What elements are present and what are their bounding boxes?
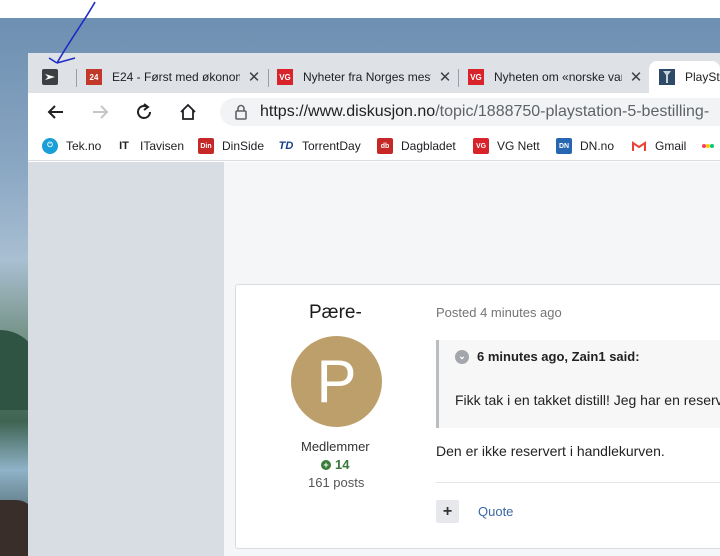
tekno-icon: ⏻ [42, 138, 58, 154]
post-divider [436, 482, 720, 483]
itavisen-icon: IT [116, 138, 132, 154]
home-button[interactable] [176, 100, 200, 124]
address-bar[interactable]: https://www.diskusjon.no/topic/1888750-p… [220, 98, 720, 126]
tab-title: E24 - Først med økonomi [112, 70, 240, 84]
tab-playstation-active[interactable]: PlaySta [649, 61, 720, 93]
tab-vg-news[interactable]: VG Nyheter fra Norges mest ✕ [277, 61, 457, 93]
vg-icon: VG [473, 138, 489, 154]
bookmark-label: Dagbladet [401, 139, 456, 153]
bookmark-label: ITavisen [140, 139, 185, 153]
author-name[interactable]: Pære- [309, 302, 362, 324]
back-button[interactable] [44, 100, 68, 124]
bookmark-dagbladet[interactable]: db Dagbladet [377, 136, 456, 156]
back-arrow-icon [47, 105, 63, 119]
quote-header-text: 6 minutes ago, Zain1 said: [477, 349, 640, 364]
url-path: /topic/1888750-playstation-5-bestilling- [435, 103, 710, 120]
post-body-text: Den er ikke reservert i handlekurven. [436, 443, 665, 459]
reload-button[interactable] [132, 100, 156, 124]
dinside-icon: Din [198, 138, 214, 154]
quote-block: ⌄ 6 minutes ago, Zain1 said: Fikk tak i e… [436, 340, 720, 428]
forward-button[interactable] [88, 100, 112, 124]
reputation-count: 14 [335, 457, 350, 472]
close-tab-icon[interactable]: ✕ [437, 68, 453, 86]
bookmark-itavisen[interactable]: IT ITavisen [116, 136, 184, 156]
page-sidebar [28, 162, 224, 556]
quote-text: Fikk tak i en takket distill! Jeg har en… [455, 392, 720, 408]
forward-arrow-icon [93, 105, 109, 119]
reputation-badge: +14 [321, 457, 349, 472]
bookmark-label: VG Nett [497, 139, 540, 153]
bookmark-dinside[interactable]: Din DinSide [198, 136, 264, 156]
bookmark-label: TorrentDay [302, 139, 361, 153]
tab-strip: 24 E24 - Først med økonomi ✕ VG Nyheter … [28, 53, 720, 93]
tab-separator [458, 69, 459, 87]
bookmark-torrentday[interactable]: TD TorrentDay [278, 136, 361, 156]
page-content: Pære- P Medlemmer +14 161 posts Posted 4… [28, 162, 720, 556]
bookmark-gmail[interactable]: Gmail [631, 136, 686, 156]
avatar-letter: P [316, 348, 357, 415]
avatar[interactable]: P [291, 336, 382, 427]
quote-button[interactable]: Quote [478, 504, 513, 519]
home-icon [180, 103, 196, 120]
annotation-arrow-icon [48, 1, 96, 64]
multiquote-button[interactable]: + [436, 500, 459, 523]
posted-time[interactable]: Posted 4 minutes ago [436, 305, 562, 320]
tab-e24[interactable]: 24 E24 - Først med økonomi ✕ [86, 61, 266, 93]
diskusjon-logo-icon [659, 69, 675, 85]
bookmark-label: Tek.no [66, 139, 102, 153]
dn-icon: DN [556, 138, 572, 154]
bookmark-tekno[interactable]: ⏻ Tek.no [42, 136, 101, 156]
bookmark-label: DinSide [222, 139, 265, 153]
bookmark-vg[interactable]: VG VG Nett [473, 136, 540, 156]
close-tab-icon[interactable]: ✕ [628, 68, 644, 86]
tab-title: Nyheten om «norske var [494, 70, 622, 84]
chevron-down-icon[interactable]: ⌄ [455, 349, 469, 364]
close-tab-icon[interactable]: ✕ [246, 68, 262, 86]
post-count[interactable]: 161 posts [308, 475, 364, 490]
gmail-icon [631, 138, 647, 154]
browser-toolbar: https://www.diskusjon.no/topic/1888750-p… [28, 93, 720, 131]
bookmark-label: Gmail [655, 139, 687, 153]
url-host: https://www.diskusjon.no [260, 103, 436, 120]
bookmarks-bar: ⏻ Tek.no IT ITavisen Din DinSide TD TorrentD… [28, 131, 720, 161]
reload-icon [137, 103, 151, 119]
forum-post: Pære- P Medlemmer +14 161 posts Posted 4… [235, 284, 720, 549]
plus-circle-icon: + [321, 459, 331, 470]
vg-logo-icon: VG [468, 69, 484, 85]
quote-header[interactable]: ⌄ 6 minutes ago, Zain1 said: [455, 349, 640, 364]
member-group: Medlemmer [301, 439, 370, 454]
browser-window: 24 E24 - Først med økonomi ✕ VG Nyheter … [28, 53, 720, 556]
bookmark-dn[interactable]: DN DN.no [556, 136, 614, 156]
tab-title: PlaySta [685, 70, 720, 84]
dagbladet-icon: db [377, 138, 393, 154]
tab-title: Nyheter fra Norges mest [303, 70, 431, 84]
bookmark-label: DN.no [580, 139, 615, 153]
bookmark-overflow[interactable] [700, 136, 716, 156]
vg-logo-icon: VG [277, 69, 293, 85]
url-text: https://www.diskusjon.no/topic/1888750-p… [260, 103, 709, 121]
tab-separator [268, 69, 269, 87]
torrentday-icon: TD [278, 138, 294, 154]
monday-icon [700, 138, 716, 154]
lock-icon [235, 104, 247, 120]
tab-vg-story[interactable]: VG Nyheten om «norske var ✕ [468, 61, 648, 93]
